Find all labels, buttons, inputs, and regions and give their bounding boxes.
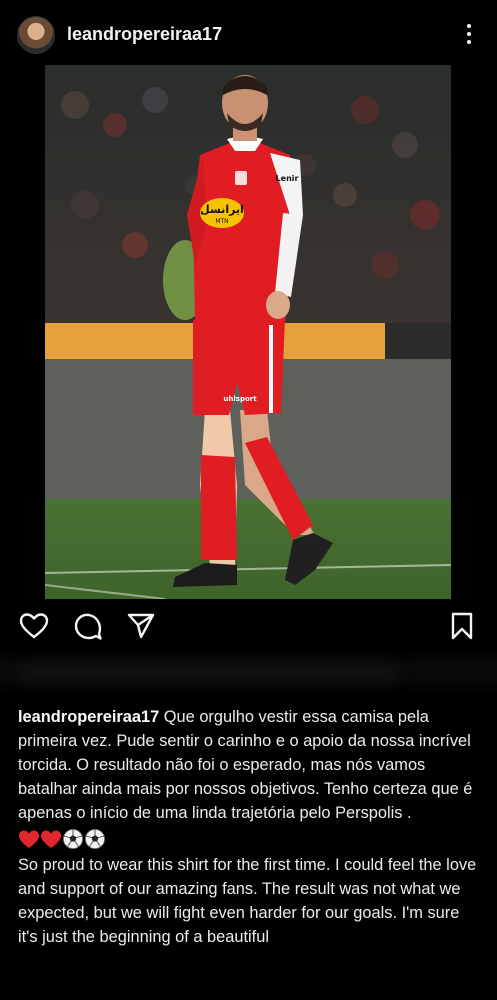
avatar[interactable] — [17, 16, 55, 54]
comment-bubble-icon[interactable] — [72, 610, 104, 642]
shorts-brand: uhlsport — [223, 395, 257, 403]
red-heart-icon — [19, 830, 39, 848]
player-photo-illustration: ایرانسل MTN Lenir uhlsport — [45, 65, 451, 599]
soccer-ball-icon — [63, 829, 83, 849]
vertical-dots-icon[interactable] — [460, 22, 478, 46]
paper-plane-icon[interactable] — [125, 610, 157, 642]
heart-outline-icon[interactable] — [18, 610, 50, 642]
caption-text-en: So proud to wear this shirt for the firs… — [18, 856, 477, 946]
header-username[interactable]: leandropereiraa17 — [67, 24, 222, 45]
post-action-bar — [0, 610, 497, 650]
sleeve-brand: Lenir — [276, 174, 299, 183]
post-header: leandropereiraa17 — [0, 0, 497, 66]
bookmark-outline-icon[interactable] — [446, 610, 478, 642]
obscured-likes-row — [0, 650, 497, 695]
caption-username[interactable]: leandropereiraa17 — [18, 708, 159, 726]
jersey-sponsor-sub: MTN — [215, 218, 228, 225]
red-heart-icon — [41, 830, 61, 848]
caption-portuguese: leandropereiraa17 Que orgulho vestir ess… — [18, 705, 480, 825]
jersey-sponsor: ایرانسل — [200, 203, 244, 216]
post-photo[interactable]: ایرانسل MTN Lenir uhlsport — [45, 65, 451, 599]
emoji-row — [18, 827, 480, 853]
soccer-ball-icon — [85, 829, 105, 849]
post-caption: leandropereiraa17 Que orgulho vestir ess… — [18, 705, 480, 949]
